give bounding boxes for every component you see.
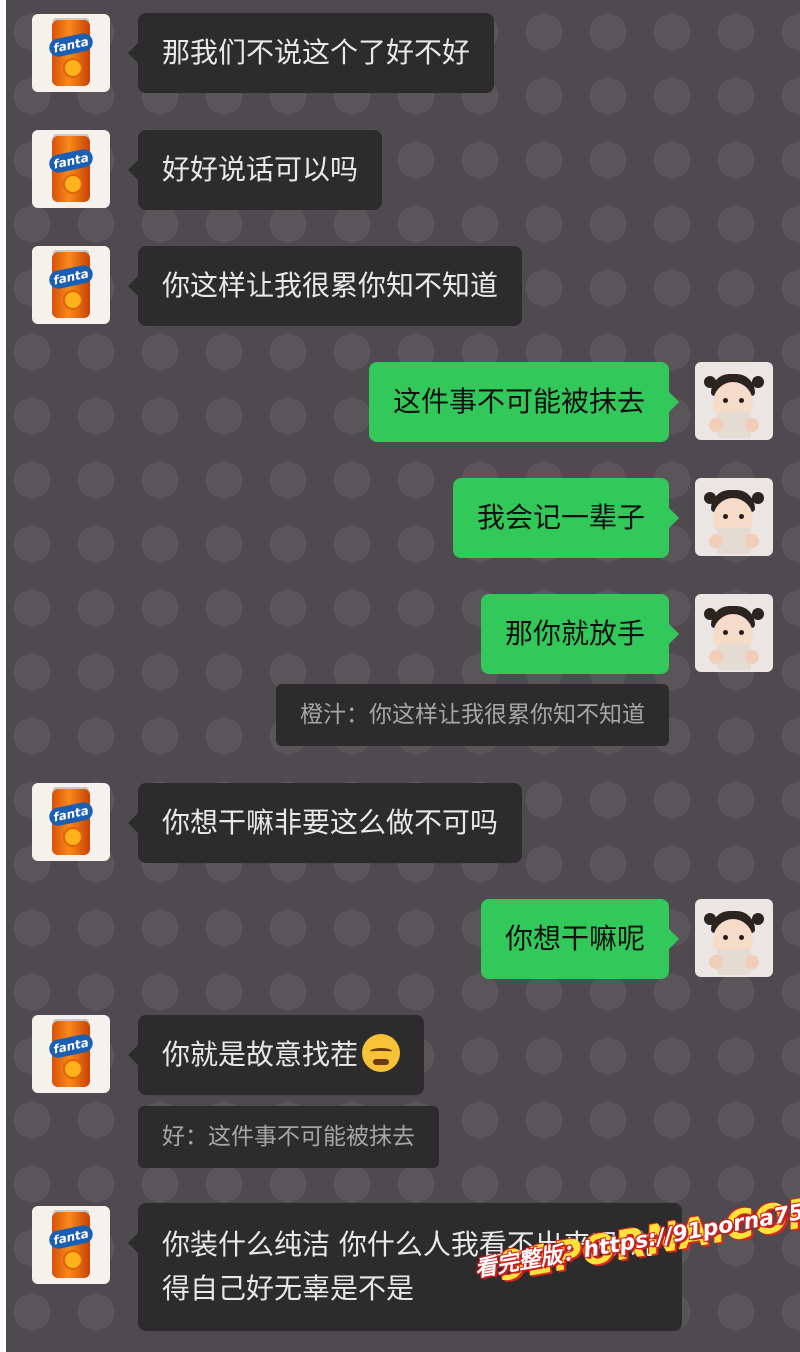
message-bubble-incoming[interactable]: 那我们不说这个了好不好 xyxy=(127,13,495,93)
contact-avatar-fanta-icon[interactable]: fanta xyxy=(32,246,110,324)
hair-bun xyxy=(752,608,764,620)
message-bubble-incoming[interactable]: 好好说话可以吗 xyxy=(127,130,383,210)
hair-bun xyxy=(752,376,764,388)
orange-graphic xyxy=(63,1059,83,1079)
screen-left-edge xyxy=(0,0,6,1352)
eye xyxy=(739,935,744,940)
hair-bun xyxy=(704,376,716,388)
eye xyxy=(739,630,744,635)
contact-avatar-fanta-icon[interactable]: fanta xyxy=(32,14,110,92)
hand xyxy=(745,955,759,969)
contact-avatar-fanta-icon[interactable]: fanta xyxy=(32,1206,110,1284)
orange-graphic xyxy=(63,1250,83,1270)
annoyed-emoji-icon xyxy=(362,1034,401,1072)
message-bubble-outgoing[interactable]: 我会记一辈子 xyxy=(452,478,680,558)
message-bubble-outgoing[interactable]: 你想干嘛呢 xyxy=(480,899,680,979)
eye xyxy=(723,514,728,519)
orange-graphic xyxy=(63,290,83,310)
message-bubble-outgoing[interactable]: 那你就放手 xyxy=(480,594,680,674)
eye xyxy=(739,398,744,403)
hand xyxy=(709,418,723,432)
eye xyxy=(723,398,728,403)
message-bubble-incoming[interactable]: 你这样让我很累你知不知道 xyxy=(127,246,523,326)
orange-graphic xyxy=(63,58,83,78)
eye xyxy=(723,935,728,940)
eye xyxy=(723,630,728,635)
watermark-url: 看完整版：https://91porna75.com xyxy=(473,1189,800,1283)
hair-bun xyxy=(704,492,716,504)
hand xyxy=(709,955,723,969)
hair-bun xyxy=(752,492,764,504)
message-bubble-outgoing[interactable]: 这件事不可能被抹去 xyxy=(368,362,680,442)
hand xyxy=(709,534,723,548)
contact-avatar-fanta-icon[interactable]: fanta xyxy=(32,1015,110,1093)
contact-avatar-fanta-icon[interactable]: fanta xyxy=(32,783,110,861)
self-avatar-girl-icon[interactable] xyxy=(695,478,773,556)
hair-bun xyxy=(752,913,764,925)
message-text: 你就是故意找茬 xyxy=(162,1038,359,1071)
watermark: 91PORNA.COM 看完整版：https://91porna75.com xyxy=(472,1187,800,1334)
hand xyxy=(709,650,723,664)
quoted-message[interactable]: 好：这件事不可能被抹去 xyxy=(138,1106,439,1168)
eye xyxy=(739,514,744,519)
hand xyxy=(745,534,759,548)
self-avatar-girl-icon[interactable] xyxy=(695,899,773,977)
self-avatar-girl-icon[interactable] xyxy=(695,362,773,440)
hand xyxy=(745,650,759,664)
orange-graphic xyxy=(63,827,83,847)
hair-bun xyxy=(704,913,716,925)
message-bubble-incoming[interactable]: 你就是故意找茬 xyxy=(127,1015,425,1095)
message-bubble-incoming[interactable]: 你想干嘛非要这么做不可吗 xyxy=(127,783,523,863)
contact-avatar-fanta-icon[interactable]: fanta xyxy=(32,130,110,208)
hand xyxy=(745,418,759,432)
hair-bun xyxy=(704,608,716,620)
quoted-message[interactable]: 橙汁：你这样让我很累你知不知道 xyxy=(276,684,669,746)
self-avatar-girl-icon[interactable] xyxy=(695,594,773,672)
orange-graphic xyxy=(63,174,83,194)
